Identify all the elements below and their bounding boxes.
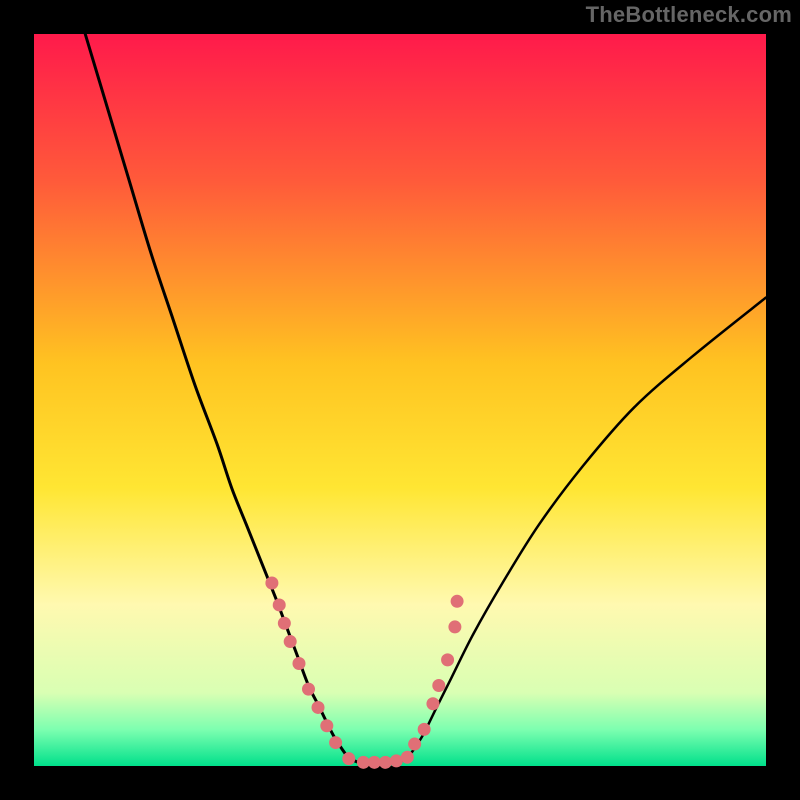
benchmark-dot [418, 723, 431, 736]
benchmark-dot [451, 595, 464, 608]
plot-area [34, 34, 766, 766]
benchmark-dot [278, 617, 291, 630]
right-branch-curve [407, 298, 766, 759]
benchmark-dot [342, 752, 355, 765]
benchmark-dot [379, 756, 392, 769]
left-branch-curve [85, 34, 349, 759]
outer-frame: TheBottleneck.com [0, 0, 800, 800]
benchmark-dot [265, 577, 278, 590]
benchmark-dots-group [265, 577, 463, 769]
benchmark-dot [320, 719, 333, 732]
benchmark-dot [432, 679, 445, 692]
benchmark-dot [329, 736, 342, 749]
chart-svg [34, 34, 766, 766]
benchmark-dot [401, 751, 414, 764]
benchmark-dot [408, 738, 421, 751]
benchmark-dot [273, 598, 286, 611]
benchmark-dot [448, 620, 461, 633]
benchmark-dot [292, 657, 305, 670]
benchmark-dot [312, 701, 325, 714]
watermark-text: TheBottleneck.com [586, 2, 792, 28]
benchmark-dot [441, 653, 454, 666]
benchmark-dot [284, 635, 297, 648]
benchmark-dot [426, 697, 439, 710]
benchmark-dot [302, 683, 315, 696]
